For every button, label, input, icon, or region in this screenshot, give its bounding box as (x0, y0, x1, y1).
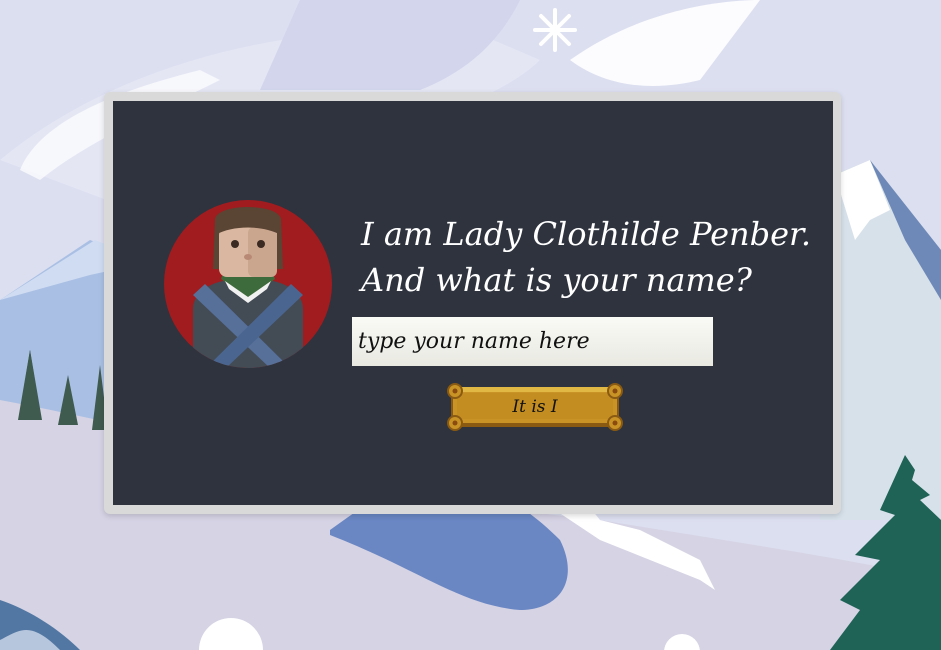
it-is-i-button[interactable]: It is I (447, 383, 623, 431)
dialog-text: I am Lady Clothilde Penber. And what is … (361, 211, 811, 303)
dialog-frame: I am Lady Clothilde Penber. And what is … (104, 92, 841, 514)
dialog-panel: I am Lady Clothilde Penber. And what is … (113, 101, 833, 505)
name-input[interactable] (352, 317, 713, 366)
dialog-line-2: And what is your name? (361, 261, 752, 299)
dialog-line-1: I am Lady Clothilde Penber. (361, 215, 811, 253)
lady-clothilde-portrait (164, 200, 332, 368)
snowflake-icon (533, 8, 577, 52)
it-is-i-label: It is I (512, 397, 558, 417)
